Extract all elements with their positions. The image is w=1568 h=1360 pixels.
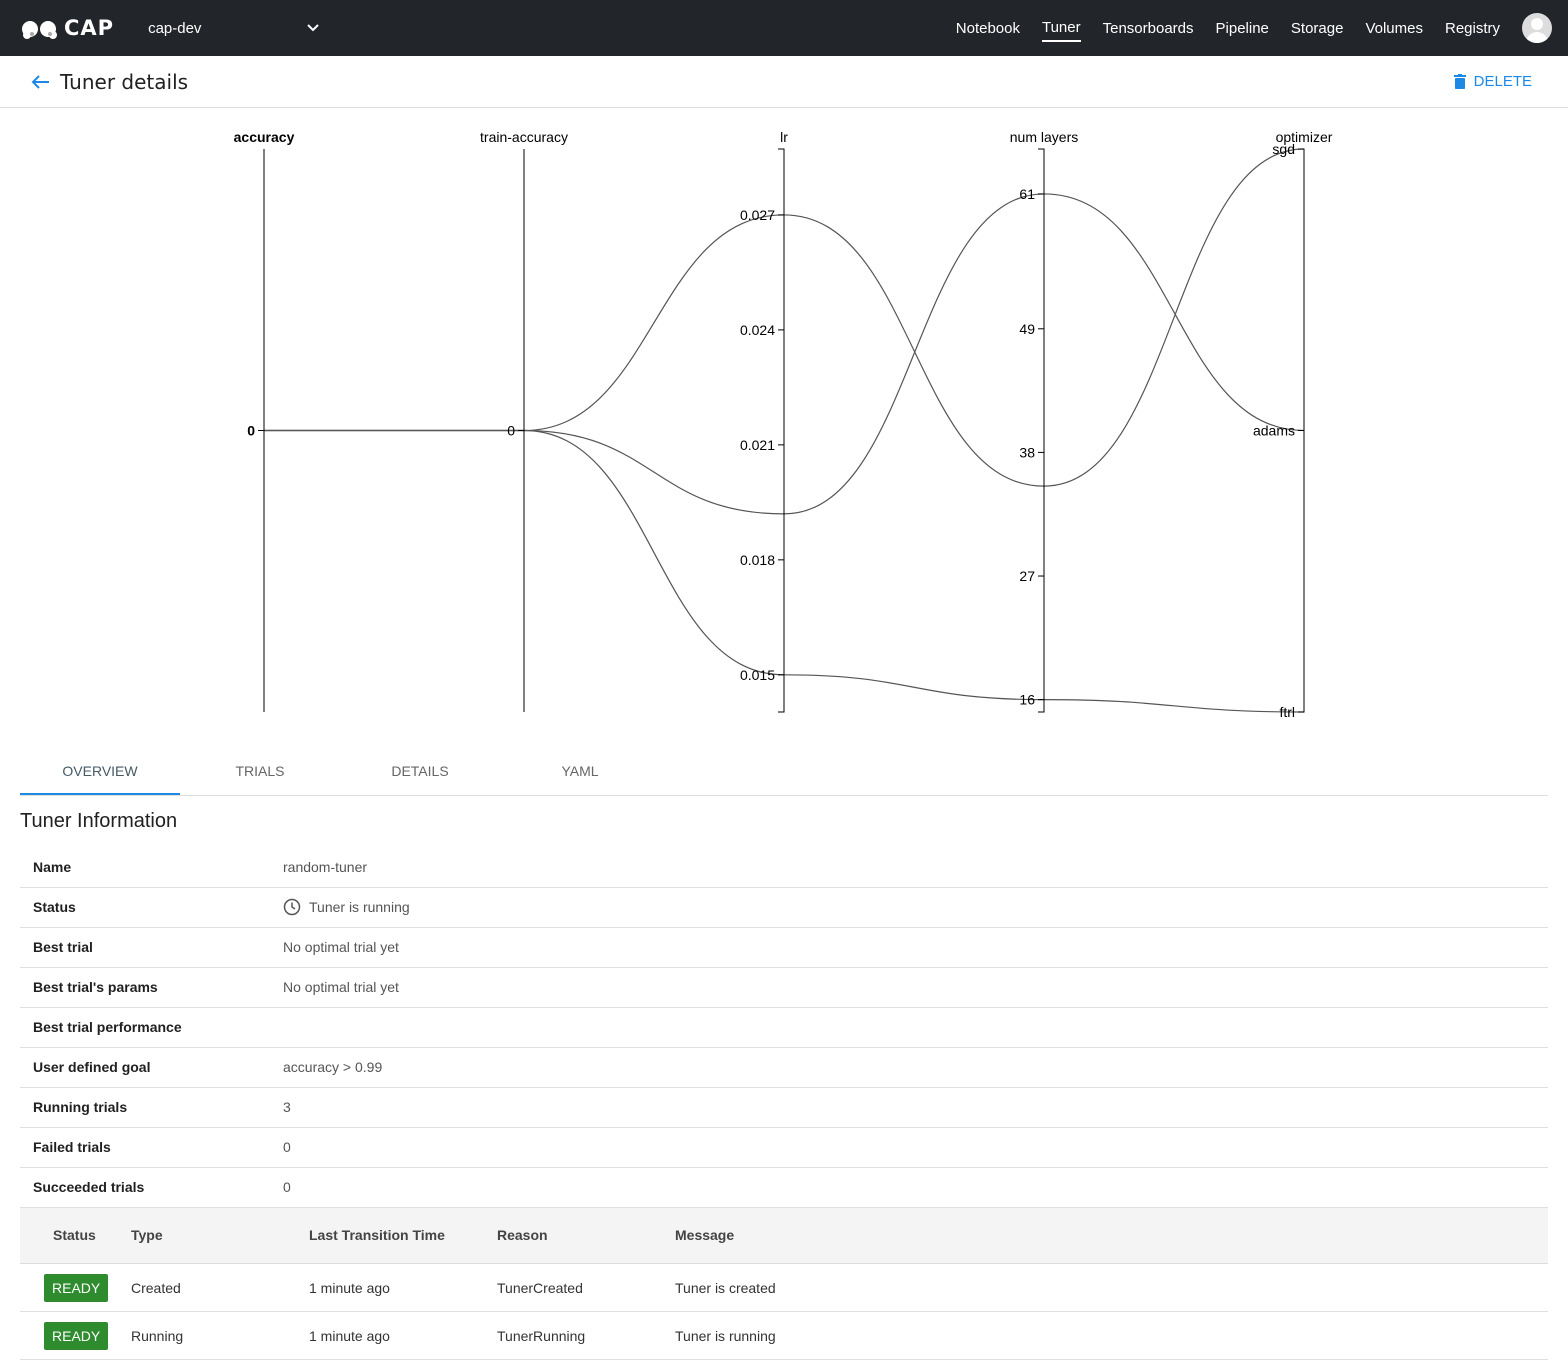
tick-label: 38	[1019, 444, 1035, 460]
tick-label: 0.018	[740, 552, 775, 568]
cap-logo-icon	[20, 17, 60, 39]
message-cell: Tuner is running	[675, 1312, 1548, 1360]
info-label: Best trial	[20, 927, 270, 967]
namespace-value: cap-dev	[148, 20, 201, 37]
type-cell: Running	[131, 1312, 309, 1360]
info-label: Succeeded trials	[20, 1167, 270, 1207]
tick-label: 16	[1019, 692, 1035, 708]
axis-domain	[778, 149, 784, 712]
info-label: Best trial's params	[20, 967, 270, 1007]
info-row: Best trial performance	[20, 1007, 1548, 1047]
info-row: Best trial's params No optimal trial yet	[20, 967, 1548, 1007]
info-row: Succeeded trials 0	[20, 1167, 1548, 1207]
tab-trials[interactable]: TRIALS	[180, 748, 340, 795]
info-row: Failed trials 0	[20, 1127, 1548, 1167]
info-value: 0	[283, 1179, 291, 1195]
tick-label: 27	[1019, 568, 1035, 584]
nav-notebook[interactable]: Notebook	[956, 20, 1020, 37]
reason-cell: TunerRunning	[497, 1312, 675, 1360]
tick-label: 0.015	[740, 667, 775, 683]
info-value: No optimal trial yet	[283, 979, 399, 995]
info-row: User defined goal accuracy > 0.99	[20, 1047, 1548, 1087]
nav-storage[interactable]: Storage	[1291, 20, 1344, 37]
main-nav: Notebook Tuner Tensorboards Pipeline Sto…	[956, 13, 1552, 43]
conditions-table: Status Type Last Transition Time Reason …	[20, 1208, 1548, 1360]
nav-registry[interactable]: Registry	[1445, 20, 1500, 37]
nav-volumes[interactable]: Volumes	[1365, 20, 1423, 37]
condition-row: READY Running1 minute agoTunerRunningTune…	[20, 1312, 1548, 1360]
tick-label: 0.027	[740, 207, 775, 223]
tick-label: 0.024	[740, 322, 775, 338]
tuner-info-table: Name random-tuner Status Tuner is running Be…	[20, 847, 1548, 1208]
tick-label: 49	[1019, 321, 1035, 337]
trash-icon	[1454, 74, 1466, 89]
col-reason: Reason	[497, 1208, 675, 1264]
axis-title[interactable]: train-accuracy	[480, 129, 568, 145]
clock-icon	[283, 898, 301, 916]
tick-label: ftrl	[1279, 704, 1295, 720]
info-value: 0	[283, 1139, 291, 1155]
tab-overview[interactable]: OVERVIEW	[20, 748, 180, 795]
nav-tensorboards[interactable]: Tensorboards	[1103, 20, 1194, 37]
time-cell: 1 minute ago	[309, 1312, 497, 1360]
reason-cell: TunerCreated	[497, 1264, 675, 1312]
tick-label: 61	[1019, 186, 1035, 202]
info-value: accuracy > 0.99	[283, 1059, 382, 1075]
info-label: Failed trials	[20, 1127, 270, 1167]
tick-label: 0	[507, 423, 515, 439]
col-message: Message	[675, 1208, 1548, 1264]
back-arrow-icon[interactable]	[30, 74, 50, 90]
info-label: Best trial performance	[20, 1007, 270, 1047]
page-title: Tuner details	[60, 70, 188, 94]
tab-yaml[interactable]: YAML	[500, 748, 660, 795]
info-label: Running trials	[20, 1087, 270, 1127]
conditions-header: Status Type Last Transition Time Reason …	[20, 1208, 1548, 1264]
tab-details[interactable]: DETAILS	[340, 748, 500, 795]
parallel-coordinates-chart: accuracy 0 train-accuracy 0 lr 0.027 0.024 0.02…	[0, 108, 1568, 728]
time-cell: 1 minute ago	[309, 1264, 497, 1312]
message-cell: Tuner is created	[675, 1264, 1548, 1312]
axis-domain	[1038, 149, 1044, 712]
avatar[interactable]	[1522, 13, 1552, 43]
nav-pipeline[interactable]: Pipeline	[1216, 20, 1269, 37]
info-label: Name	[20, 847, 270, 887]
tick-label: sgd	[1272, 141, 1295, 157]
delete-button[interactable]: DELETE	[1454, 73, 1532, 90]
info-label: Status	[20, 887, 270, 927]
top-bar: CAP cap-dev Notebook Tuner Tensorboards …	[0, 0, 1568, 56]
logo[interactable]: CAP	[20, 16, 114, 40]
info-row: Best trial No optimal trial yet	[20, 927, 1548, 967]
tab-bar: OVERVIEW TRIALS DETAILS YAML	[20, 748, 1548, 796]
tick-label: 0.021	[740, 437, 775, 453]
status-badge: READY	[44, 1322, 108, 1350]
section-title: Tuner Information	[20, 810, 1548, 833]
condition-row: READY Created1 minute agoTunerCreatedTune…	[20, 1264, 1548, 1312]
delete-label: DELETE	[1474, 73, 1532, 90]
info-row: Name random-tuner	[20, 847, 1548, 887]
info-row: Running trials 3	[20, 1087, 1548, 1127]
axis-title[interactable]: num layers	[1010, 129, 1078, 145]
col-time: Last Transition Time	[309, 1208, 497, 1264]
namespace-select[interactable]: cap-dev	[148, 20, 320, 37]
info-value: random-tuner	[283, 859, 367, 875]
tick-label: adams	[1253, 423, 1295, 439]
nav-tuner[interactable]: Tuner	[1042, 15, 1081, 42]
info-value: 3	[283, 1099, 291, 1115]
info-value: No optimal trial yet	[283, 939, 399, 955]
page-header: Tuner details DELETE	[0, 56, 1568, 108]
brand-name: CAP	[64, 16, 114, 40]
axis-title[interactable]: lr	[780, 129, 788, 145]
col-status: Status	[20, 1208, 131, 1264]
info-label: User defined goal	[20, 1047, 270, 1087]
axis-title[interactable]: accuracy	[234, 129, 295, 145]
info-value: Tuner is running	[309, 899, 410, 915]
chevron-down-icon	[306, 23, 320, 33]
type-cell: Created	[131, 1264, 309, 1312]
info-row: Status Tuner is running	[20, 887, 1548, 927]
status-badge: READY	[44, 1274, 108, 1302]
col-type: Type	[131, 1208, 309, 1264]
tick-label: 0	[247, 423, 255, 439]
